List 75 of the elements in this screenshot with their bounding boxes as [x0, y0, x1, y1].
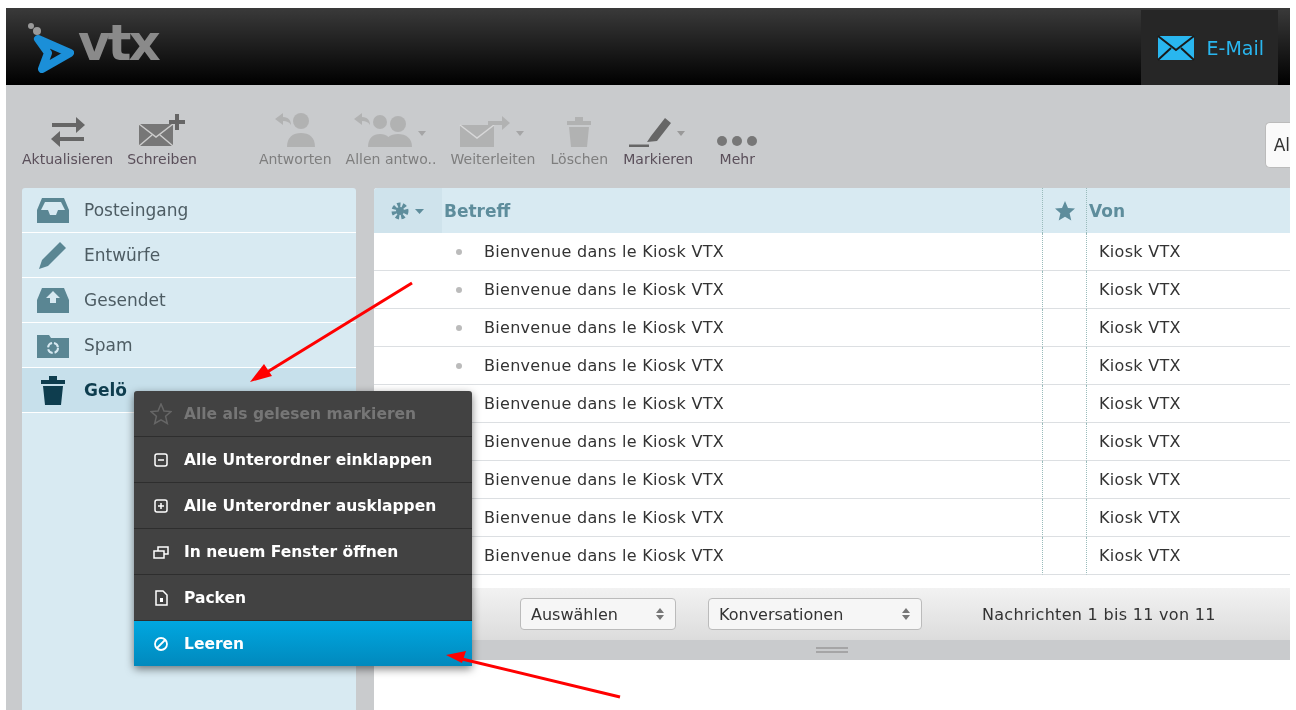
- table-cell: Kiosk VTX: [1099, 280, 1181, 299]
- outbox-icon: [37, 287, 69, 313]
- menu-item[interactable]: In neuem Fenster öffnen: [134, 529, 472, 575]
- table-cell: Bienvenue dans le Kiosk VTX: [484, 546, 725, 565]
- envelope-arrow-icon: [458, 115, 511, 147]
- table-cell: [1042, 385, 1087, 423]
- toolbar-button[interactable]: Aktualisieren: [16, 85, 120, 167]
- menu-item[interactable]: Alle Unterordner einklappen: [134, 437, 472, 483]
- logo-mark-icon: [26, 20, 74, 73]
- column-header[interactable]: Betreff: [444, 200, 511, 221]
- envelope-plus-icon: [137, 113, 188, 147]
- dot-icon: [456, 362, 462, 369]
- spinner-arrows-icon: [901, 607, 911, 621]
- table-cell: Kiosk VTX: [1099, 546, 1181, 565]
- spinner-arrows-icon: [655, 607, 665, 621]
- star-icon: [150, 402, 172, 425]
- app-tab[interactable]: E-Mail: [1140, 10, 1278, 85]
- prohibited-icon: [153, 635, 169, 652]
- table-cell: [1042, 271, 1087, 309]
- table-cell: [1042, 309, 1087, 347]
- trash-icon: [567, 117, 592, 147]
- table-cell: Bienvenue dans le Kiosk VTX: [484, 318, 725, 337]
- table-cell: Bienvenue dans le Kiosk VTX: [484, 356, 725, 375]
- table-cell: [1042, 461, 1087, 499]
- menu-item[interactable]: Leeren: [134, 621, 472, 666]
- resize-handle-icon[interactable]: [816, 647, 848, 653]
- table-cell: Bienvenue dans le Kiosk VTX: [484, 508, 725, 527]
- dot-icon: [456, 248, 462, 255]
- inbox-icon: [37, 197, 69, 223]
- folder-item[interactable]: Entwürfe: [84, 245, 161, 265]
- folder-item[interactable]: Gelö: [84, 380, 127, 400]
- table-cell: Bienvenue dans le Kiosk VTX: [484, 242, 725, 261]
- table-cell: [1042, 537, 1087, 575]
- table-cell: Kiosk VTX: [1099, 508, 1181, 527]
- plus-box-icon: [154, 498, 168, 513]
- dot-icon: [456, 286, 462, 293]
- table-cell: [1042, 347, 1087, 385]
- document-icon: [154, 589, 168, 606]
- logo-text: vtx: [78, 17, 158, 68]
- minus-box-icon: [154, 452, 168, 467]
- dots-icon: [716, 135, 759, 147]
- table-cell: Kiosk VTX: [1099, 356, 1181, 375]
- dot-icon: [456, 324, 462, 331]
- table-cell: Kiosk VTX: [1099, 432, 1181, 451]
- menu-item[interactable]: Alle Unterordner ausklappen: [134, 483, 472, 529]
- envelope-icon: [1156, 34, 1195, 61]
- table-cell: Kiosk VTX: [1099, 394, 1181, 413]
- table-cell: Bienvenue dans le Kiosk VTX: [484, 394, 725, 413]
- table-cell: Bienvenue dans le Kiosk VTX: [484, 280, 725, 299]
- dropdown[interactable]: Auswählen: [520, 598, 676, 630]
- toolbar-button[interactable]: Markieren: [617, 85, 700, 167]
- trash-icon: [40, 375, 66, 405]
- toolbar-button[interactable]: Al: [1264, 122, 1290, 168]
- marker-icon: [628, 117, 673, 147]
- toolbar-button[interactable]: Mehr: [701, 85, 774, 167]
- table-cell: [1042, 499, 1087, 537]
- folder-item[interactable]: Posteingang: [84, 200, 189, 220]
- table-cell: [1042, 423, 1087, 461]
- toolbar-button[interactable]: Schreiben: [121, 85, 203, 167]
- person-reply-icon: [274, 113, 317, 147]
- table-cell: Bienvenue dans le Kiosk VTX: [484, 432, 725, 451]
- dropdown[interactable]: Konversationen: [708, 598, 922, 630]
- table-cell: Kiosk VTX: [1099, 242, 1181, 261]
- message-count: Nachrichten 1 bis 11 von 11: [982, 604, 1216, 624]
- folder-item[interactable]: Gesendet: [84, 290, 166, 310]
- pencil-icon: [39, 241, 67, 269]
- recycle-folder-icon: [37, 332, 69, 358]
- table-cell: Kiosk VTX: [1099, 318, 1181, 337]
- table-cell: Bienvenue dans le Kiosk VTX: [484, 470, 725, 489]
- column-header[interactable]: Von: [1089, 200, 1125, 221]
- table-cell: Kiosk VTX: [1099, 470, 1181, 489]
- folder-item[interactable]: Spam: [84, 335, 133, 355]
- star-icon[interactable]: [1054, 200, 1075, 221]
- windows-icon: [153, 544, 169, 559]
- people-reply-icon: [353, 113, 414, 147]
